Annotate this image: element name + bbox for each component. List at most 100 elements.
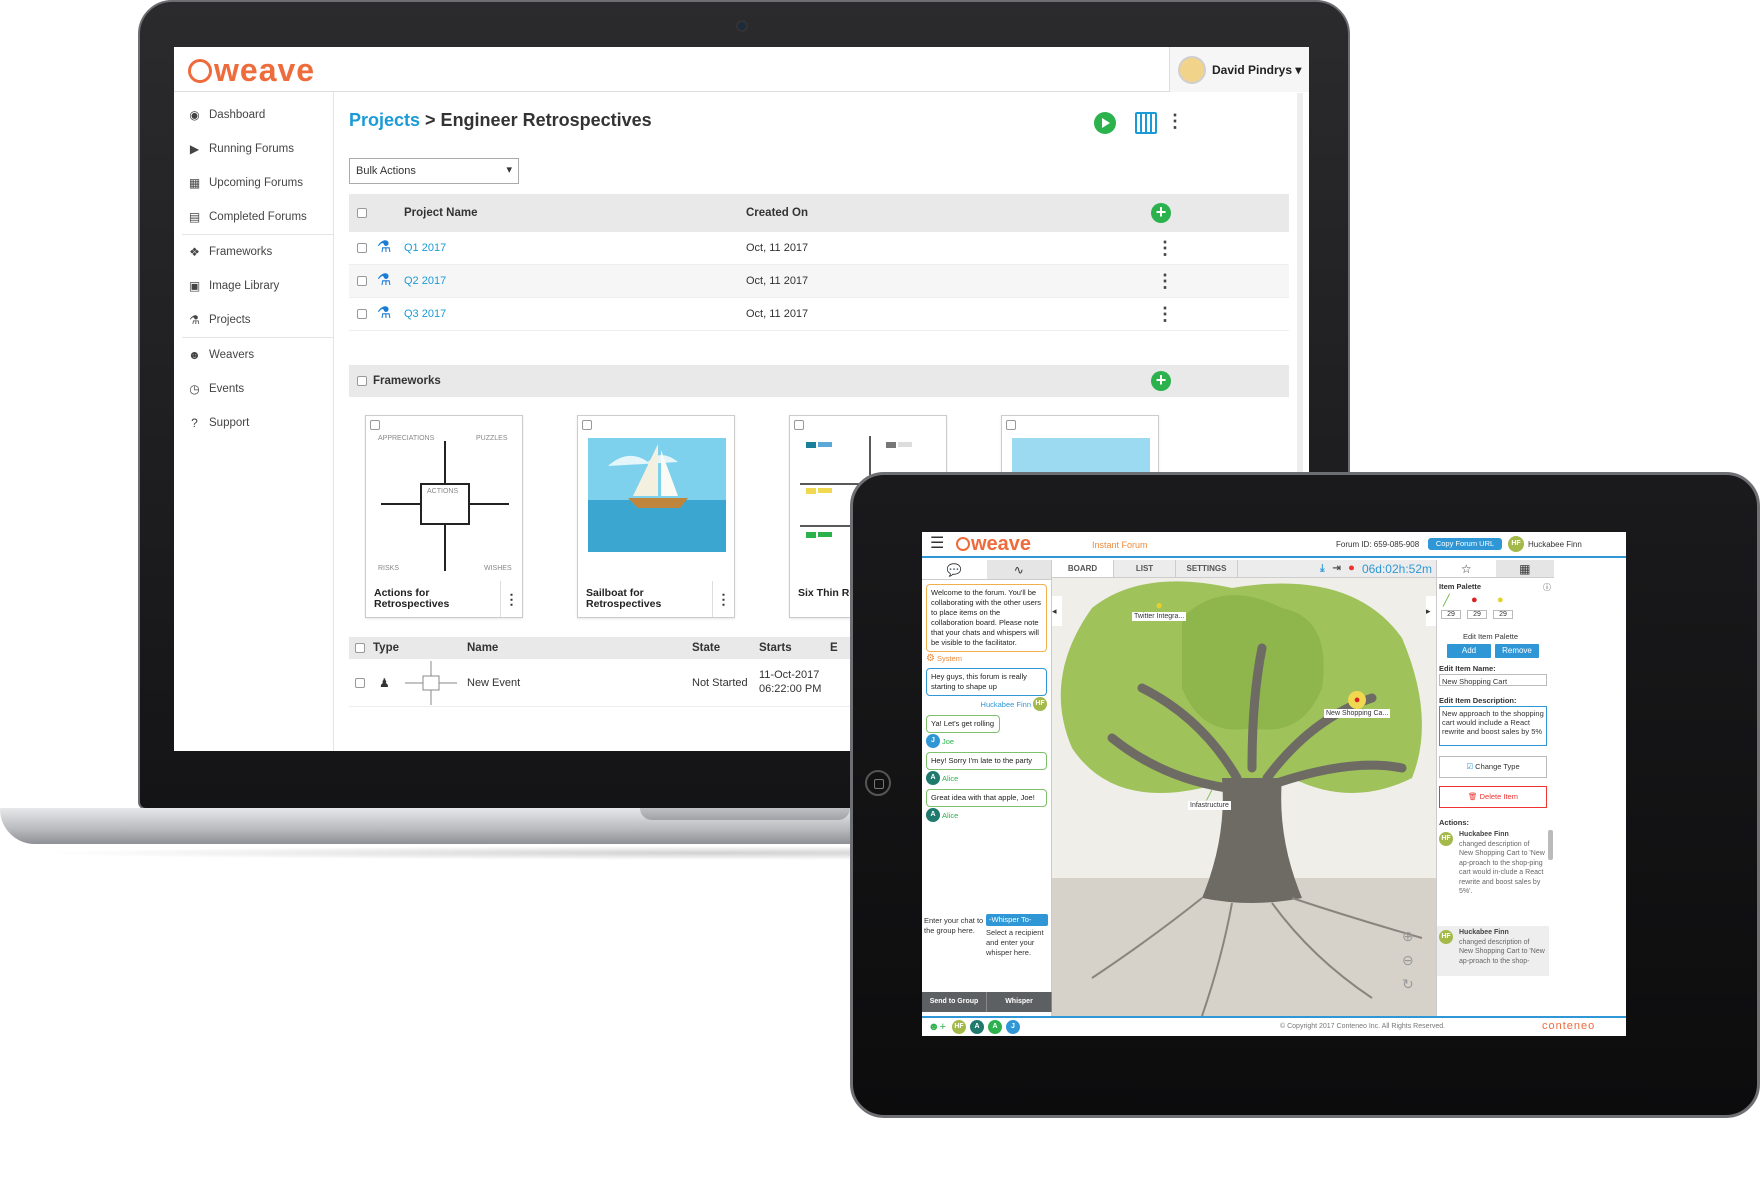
row-checkbox[interactable] bbox=[357, 309, 367, 319]
delete-item-button[interactable]: 🗑 Delete Item bbox=[1439, 786, 1547, 808]
tab-settings[interactable]: SETTINGS bbox=[1176, 560, 1238, 577]
leaf-palette-icon[interactable]: ╱ bbox=[1443, 594, 1450, 607]
yellow-apple-palette-icon[interactable]: ● bbox=[1497, 594, 1504, 606]
send-to-group-button[interactable]: Send to Group bbox=[922, 992, 987, 1012]
schedule-calendar-icon[interactable] bbox=[1135, 112, 1157, 134]
sidebar-item-image-library[interactable]: ▣ Image Library bbox=[174, 269, 333, 303]
item-name-input[interactable]: New Shopping Cart bbox=[1439, 674, 1547, 686]
framework-card[interactable]: Sailboat for Retrospectives ⋮ bbox=[577, 415, 735, 618]
avatar[interactable]: A bbox=[988, 1020, 1002, 1034]
whisper-input[interactable]: Select a recipient and enter your whispe… bbox=[986, 928, 1048, 958]
avatar[interactable]: J bbox=[1006, 1020, 1020, 1034]
exit-icon[interactable]: ⇥ bbox=[1333, 560, 1341, 578]
row-checkbox[interactable] bbox=[357, 276, 367, 286]
zoom-out-icon[interactable]: ⊖ bbox=[1402, 952, 1414, 969]
sidebar-item-completed-forums[interactable]: ▤ Completed Forums bbox=[174, 200, 333, 234]
row-more-icon[interactable]: ⋮ bbox=[1156, 272, 1174, 290]
tab-list[interactable]: LIST bbox=[1114, 560, 1176, 577]
item-description-textarea[interactable]: New approach to the shopping cart would … bbox=[1439, 706, 1547, 746]
whisper-recipient-select[interactable]: -Whisper To- bbox=[986, 914, 1048, 926]
action-text: changed description of New Shopping Cart… bbox=[1459, 840, 1545, 896]
column-ends: E bbox=[830, 642, 838, 654]
edit-description-label: Edit Item Description: bbox=[1439, 696, 1517, 705]
flask-icon: ⚗ bbox=[377, 305, 392, 322]
add-user-icon[interactable]: ☻+ bbox=[928, 1021, 946, 1033]
select-all-checkbox[interactable] bbox=[357, 208, 367, 218]
remove-button[interactable]: Remove bbox=[1495, 644, 1539, 658]
project-link[interactable]: Q3 2017 bbox=[404, 308, 446, 320]
zoom-in-icon[interactable]: ⊕ bbox=[1402, 928, 1414, 945]
grid-tab-icon[interactable]: ▦ bbox=[1495, 560, 1554, 577]
events-select-all[interactable] bbox=[355, 643, 365, 653]
star-tab-icon[interactable]: ☆ bbox=[1437, 560, 1496, 577]
scrollbar[interactable] bbox=[1548, 830, 1553, 860]
table-row[interactable]: ⚗ Q3 2017 Oct, 11 2017 ⋮ bbox=[349, 298, 1289, 331]
avatar: HF bbox=[1508, 536, 1524, 552]
board-item[interactable]: ● Twitter Integra... bbox=[1132, 598, 1187, 621]
sidebar-item-events[interactable]: ◷ Events bbox=[174, 372, 333, 406]
row-more-icon[interactable]: ⋮ bbox=[1156, 305, 1174, 323]
refresh-icon[interactable]: ↻ bbox=[1402, 976, 1414, 993]
hamburger-menu-icon[interactable]: ☰ bbox=[930, 536, 944, 552]
board-item-label: Infastructure bbox=[1188, 801, 1231, 810]
quadrant-label-appreciations: APPRECIATIONS bbox=[378, 435, 435, 442]
sidebar-item-support[interactable]: ? Support bbox=[174, 406, 333, 440]
palette-count[interactable]: 29 bbox=[1493, 610, 1513, 619]
row-checkbox[interactable] bbox=[357, 243, 367, 253]
forum-header: ☰ weave Instant Forum Forum ID: 659-085-… bbox=[922, 532, 1626, 558]
weave-logo[interactable]: weave bbox=[188, 52, 315, 89]
sidebar-item-upcoming-forums[interactable]: ▦ Upcoming Forums bbox=[174, 166, 333, 200]
table-row[interactable]: ⚗ Q1 2017 Oct, 11 2017 ⋮ bbox=[349, 232, 1289, 265]
avatar: HF bbox=[1439, 832, 1453, 846]
stop-icon[interactable]: ⏺ bbox=[1349, 560, 1354, 578]
change-type-button[interactable]: ☑ Change Type bbox=[1439, 756, 1547, 778]
project-link[interactable]: Q1 2017 bbox=[404, 242, 446, 254]
column-name: Name bbox=[467, 642, 499, 654]
board-item[interactable]: ╱ Infastructure bbox=[1188, 790, 1231, 810]
framework-more-icon[interactable]: ⋮ bbox=[500, 581, 522, 617]
frameworks-select-all[interactable] bbox=[357, 376, 367, 386]
board-item[interactable]: ● New Shopping Ca... bbox=[1324, 690, 1391, 718]
framework-card[interactable]: APPRECIATIONS PUZZLES RISKS WISHES ACTIO… bbox=[365, 415, 523, 618]
chat-tab-icon[interactable]: 💬 bbox=[922, 560, 987, 579]
page-more-icon[interactable]: ⋮ bbox=[1166, 112, 1184, 130]
row-checkbox[interactable] bbox=[355, 677, 365, 688]
add-project-button[interactable]: + bbox=[1151, 203, 1171, 223]
column-type: Type bbox=[373, 642, 399, 654]
avatar[interactable]: A bbox=[970, 1020, 984, 1034]
red-apple-palette-icon[interactable]: ● bbox=[1471, 594, 1478, 606]
palette-count[interactable]: 29 bbox=[1441, 610, 1461, 619]
chat-input[interactable]: Enter your chat to the group here. bbox=[924, 916, 984, 936]
row-more-icon[interactable]: ⋮ bbox=[1156, 239, 1174, 257]
user-menu[interactable]: David Pindrys ▾ bbox=[1169, 47, 1309, 92]
add-button[interactable]: Add bbox=[1447, 644, 1491, 658]
sidebar-item-frameworks[interactable]: ❖ Frameworks bbox=[174, 235, 333, 269]
table-row[interactable]: ⚗ Q2 2017 Oct, 11 2017 ⋮ bbox=[349, 265, 1289, 298]
tab-board[interactable]: BOARD bbox=[1052, 560, 1114, 577]
collapse-right-icon[interactable]: ▸ bbox=[1426, 596, 1436, 626]
event-thumbnail bbox=[405, 661, 457, 705]
sidebar-item-running-forums[interactable]: ▶ Running Forums bbox=[174, 132, 333, 166]
activity-tab-icon[interactable]: ∿ bbox=[987, 560, 1052, 579]
user-name[interactable]: Huckabee Finn bbox=[1528, 540, 1582, 549]
avatar[interactable]: HF bbox=[952, 1020, 966, 1034]
weave-logo-mark bbox=[188, 59, 212, 83]
whisper-button[interactable]: Whisper bbox=[987, 992, 1052, 1012]
breadcrumb-projects-link[interactable]: Projects bbox=[349, 110, 420, 130]
sidebar-item-projects[interactable]: ⚗ Projects bbox=[174, 303, 333, 337]
project-link[interactable]: Q2 2017 bbox=[404, 275, 446, 287]
collapse-left-icon[interactable]: ◂ bbox=[1052, 596, 1062, 626]
copy-forum-url-button[interactable]: Copy Forum URL bbox=[1428, 538, 1502, 550]
start-forum-play-icon[interactable] bbox=[1094, 112, 1116, 134]
event-name[interactable]: New Event bbox=[467, 677, 520, 689]
framework-more-icon[interactable]: ⋮ bbox=[712, 581, 734, 617]
info-icon[interactable]: ⓘ bbox=[1543, 582, 1551, 593]
sidebar-item-dashboard[interactable]: ◉ Dashboard bbox=[174, 98, 333, 132]
sidebar-item-weavers[interactable]: ☻ Weavers bbox=[174, 338, 333, 372]
palette-count[interactable]: 29 bbox=[1467, 610, 1487, 619]
download-icon[interactable]: ⤓ bbox=[1320, 560, 1324, 578]
bulk-actions-select[interactable]: Bulk Actions bbox=[349, 158, 519, 184]
projects-table: Project Name Created On + ⚗ Q1 2017 Oct,… bbox=[349, 194, 1289, 331]
add-framework-button[interactable]: + bbox=[1151, 371, 1171, 391]
collaboration-board[interactable]: BOARD LIST SETTINGS ⤓ ⇥ ⏺ 06d:02h:52m ◂ … bbox=[1052, 560, 1436, 1016]
